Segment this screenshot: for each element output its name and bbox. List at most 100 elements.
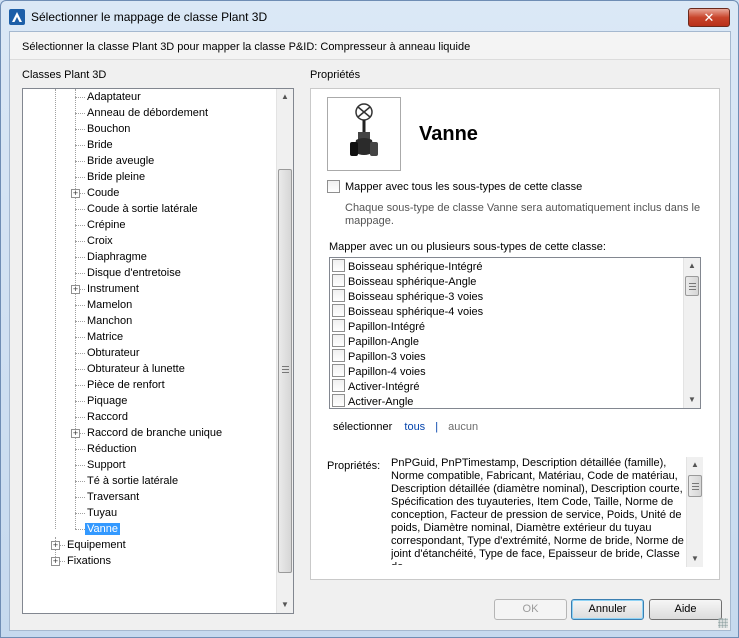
- map-all-note: Chaque sous-type de classe Vanne sera au…: [345, 202, 701, 227]
- scroll-up-icon[interactable]: ▲: [277, 89, 293, 105]
- tree-item[interactable]: Anneau de débordement: [85, 105, 210, 121]
- resize-grip-icon[interactable]: [718, 618, 728, 628]
- tree-connector: [75, 481, 85, 482]
- props-list-label: Propriétés:: [327, 460, 381, 472]
- tree-item-label: Equipement: [67, 539, 126, 551]
- scroll-up-icon[interactable]: ▲: [687, 457, 703, 473]
- subtype-checkbox[interactable]: [332, 379, 345, 392]
- tree-item[interactable]: Bouchon: [85, 121, 132, 137]
- tree-item-label: Instrument: [87, 283, 139, 295]
- scroll-down-icon[interactable]: ▼: [277, 597, 293, 613]
- expand-icon[interactable]: +: [51, 541, 60, 550]
- subtype-item[interactable]: Boisseau sphérique-3 voies: [332, 289, 483, 304]
- scroll-down-icon[interactable]: ▼: [684, 392, 700, 408]
- subtype-checkbox[interactable]: [332, 319, 345, 332]
- expand-icon[interactable]: +: [71, 429, 80, 438]
- tree-item[interactable]: Manchon: [85, 313, 134, 329]
- subtype-checkbox[interactable]: [332, 304, 345, 317]
- subtype-item[interactable]: Papillon-Angle: [332, 334, 419, 349]
- tree-item-label: Manchon: [87, 315, 133, 327]
- close-button[interactable]: ✕: [688, 8, 730, 27]
- tree-connector: [75, 465, 85, 466]
- subtype-scrollbar[interactable]: ▲ ▼: [683, 258, 700, 408]
- subtype-checkbox[interactable]: [332, 349, 345, 362]
- subtype-checkbox[interactable]: [332, 364, 345, 377]
- properties-section-label: Propriétés: [310, 69, 361, 81]
- grip-icon: [282, 366, 289, 373]
- tree-item[interactable]: Fixations: [65, 553, 113, 569]
- tree-item[interactable]: Disque d'entretoise: [85, 265, 183, 281]
- title-bar[interactable]: Sélectionner le mappage de classe Plant …: [1, 1, 738, 31]
- dialog-window: Sélectionner le mappage de classe Plant …: [0, 0, 739, 638]
- tree-item[interactable]: Raccord de branche unique: [85, 425, 224, 441]
- subtype-item[interactable]: Papillon-3 voies: [332, 349, 426, 364]
- tree-connector: [75, 273, 85, 274]
- select-none-link[interactable]: aucun: [448, 421, 478, 433]
- subtype-checkbox[interactable]: [332, 394, 345, 407]
- tree-item-label: Raccord: [87, 411, 128, 423]
- tree-item[interactable]: Raccord: [85, 409, 130, 425]
- close-icon: ✕: [703, 9, 715, 25]
- tree-item[interactable]: Mamelon: [85, 297, 134, 313]
- expand-icon[interactable]: +: [51, 557, 60, 566]
- tree-item[interactable]: Vanne: [85, 521, 120, 537]
- scroll-up-icon[interactable]: ▲: [684, 258, 700, 274]
- tree-item-label: Pièce de renfort: [87, 379, 165, 391]
- tree-item[interactable]: Diaphragme: [85, 249, 149, 265]
- subtype-item[interactable]: Boisseau sphérique-Intégré: [332, 259, 483, 274]
- subtype-scroll-thumb[interactable]: [685, 276, 699, 296]
- tree-item[interactable]: Pièce de renfort: [85, 377, 167, 393]
- scroll-down-icon[interactable]: ▼: [687, 551, 703, 567]
- subtype-checkbox[interactable]: [332, 274, 345, 287]
- tree-scroll-thumb[interactable]: [278, 169, 292, 573]
- tree-item[interactable]: Traversant: [85, 489, 141, 505]
- tree-item-label: Matrice: [87, 331, 124, 343]
- map-multi-label: Mapper avec un ou plusieurs sous-types d…: [329, 241, 606, 253]
- tree-item-label: Vanne: [85, 523, 120, 535]
- tree-item[interactable]: Té à sortie latérale: [85, 473, 180, 489]
- tree-item[interactable]: Matrice: [85, 329, 125, 345]
- tree-item[interactable]: Support: [85, 457, 128, 473]
- ok-button[interactable]: OK: [494, 599, 567, 620]
- subtype-item[interactable]: Papillon-Intégré: [332, 319, 425, 334]
- props-scroll-thumb[interactable]: [688, 475, 702, 497]
- tree-item[interactable]: Bride aveugle: [85, 153, 156, 169]
- tree-item[interactable]: Coude: [85, 185, 121, 201]
- cancel-button[interactable]: Annuler: [571, 599, 644, 620]
- valve-image: [327, 97, 401, 171]
- tree-item[interactable]: Crépine: [85, 217, 128, 233]
- tree-item[interactable]: Adaptateur: [85, 89, 143, 105]
- tree-item[interactable]: Obturateur à lunette: [85, 361, 187, 377]
- help-button[interactable]: Aide: [649, 599, 722, 620]
- subtype-item[interactable]: Activer-Intégré: [332, 379, 420, 394]
- tree-item[interactable]: Bride: [85, 137, 115, 153]
- tree-item[interactable]: Equipement: [65, 537, 128, 553]
- tree-item[interactable]: Instrument: [85, 281, 141, 297]
- subtype-item[interactable]: Boisseau sphérique-Angle: [332, 274, 476, 289]
- tree-scrollbar[interactable]: ▲ ▼: [276, 89, 293, 613]
- class-tree[interactable]: ▲ ▼ Adaptateur Anneau de débordement Bouch…: [22, 88, 294, 614]
- subtype-checkbox[interactable]: [332, 289, 345, 302]
- tree-item-label: Coude à sortie latérale: [87, 203, 198, 215]
- tree-item[interactable]: Coude à sortie latérale: [85, 201, 200, 217]
- subtype-checkbox[interactable]: [332, 259, 345, 272]
- tree-item[interactable]: Obturateur: [85, 345, 142, 361]
- map-all-checkbox[interactable]: [327, 180, 340, 193]
- tree-connector: [75, 321, 85, 322]
- subtype-item[interactable]: Boisseau sphérique-4 voies: [332, 304, 483, 319]
- props-scrollbar[interactable]: ▲ ▼: [686, 457, 703, 567]
- subtype-item[interactable]: Activer-Angle: [332, 394, 413, 408]
- expand-icon[interactable]: +: [71, 285, 80, 294]
- tree-item[interactable]: Bride pleine: [85, 169, 147, 185]
- select-all-link[interactable]: tous: [404, 421, 425, 433]
- subtype-list[interactable]: ▲ ▼ Boisseau sphérique-Intégré Boisseau s…: [329, 257, 701, 409]
- expand-icon[interactable]: +: [71, 189, 80, 198]
- tree-item[interactable]: Réduction: [85, 441, 139, 457]
- subtype-checkbox[interactable]: [332, 334, 345, 347]
- tree-item-label: Coude: [87, 187, 120, 199]
- tree-item[interactable]: Tuyau: [85, 505, 119, 521]
- tree-item[interactable]: Piquage: [85, 393, 129, 409]
- tree-item[interactable]: Croix: [85, 233, 115, 249]
- tree-connector: [75, 385, 85, 386]
- subtype-item[interactable]: Papillon-4 voies: [332, 364, 426, 379]
